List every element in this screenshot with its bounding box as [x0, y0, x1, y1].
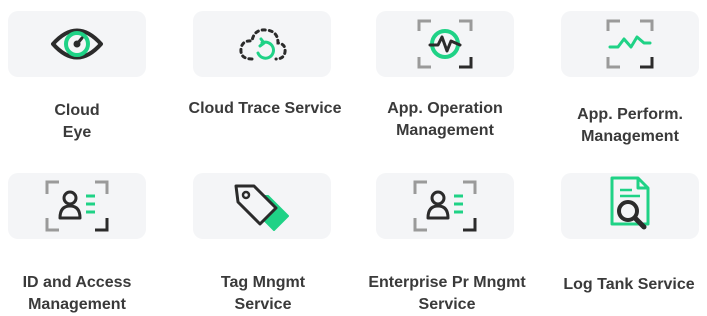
eye-icon	[51, 28, 103, 60]
tile-id-and-access-management[interactable]	[8, 173, 146, 239]
cloud-refresh-icon	[239, 28, 287, 61]
id-card-icon	[45, 180, 109, 232]
label-cloud-trace-service: Cloud Trace Service	[188, 100, 342, 117]
label-id-and-access-management: ID and Access Management	[22, 274, 132, 313]
label-app-perform-management: App. Perform. Management	[577, 106, 683, 145]
id-card-icon	[413, 180, 477, 232]
tile-log-tank-service[interactable]	[561, 173, 699, 239]
label-enterprise-pr-mngmt-service: Enterprise Pr Mngmt Service	[368, 274, 526, 313]
label-app-operation-management: App. Operation Management	[387, 100, 503, 139]
label-log-tank-service: Log Tank Service	[563, 276, 695, 293]
tile-cloud-trace-service[interactable]	[193, 11, 331, 77]
label-tag-mngmt-service: Tag Mngmt Service	[220, 274, 306, 313]
tile-app-perform-management[interactable]	[561, 11, 699, 77]
tile-enterprise-pr-mngmt-service[interactable]	[376, 173, 514, 239]
tile-cloud-eye[interactable]	[8, 11, 146, 77]
tile-tag-mngmt-service[interactable]	[193, 173, 331, 239]
tile-app-operation-management[interactable]	[376, 11, 514, 77]
log-search-icon	[610, 176, 650, 230]
label-cloud-eye: Cloud Eye	[54, 102, 100, 141]
tags-icon	[234, 184, 289, 231]
performance-line-icon	[606, 19, 654, 69]
heartbeat-monitor-icon	[417, 19, 473, 69]
